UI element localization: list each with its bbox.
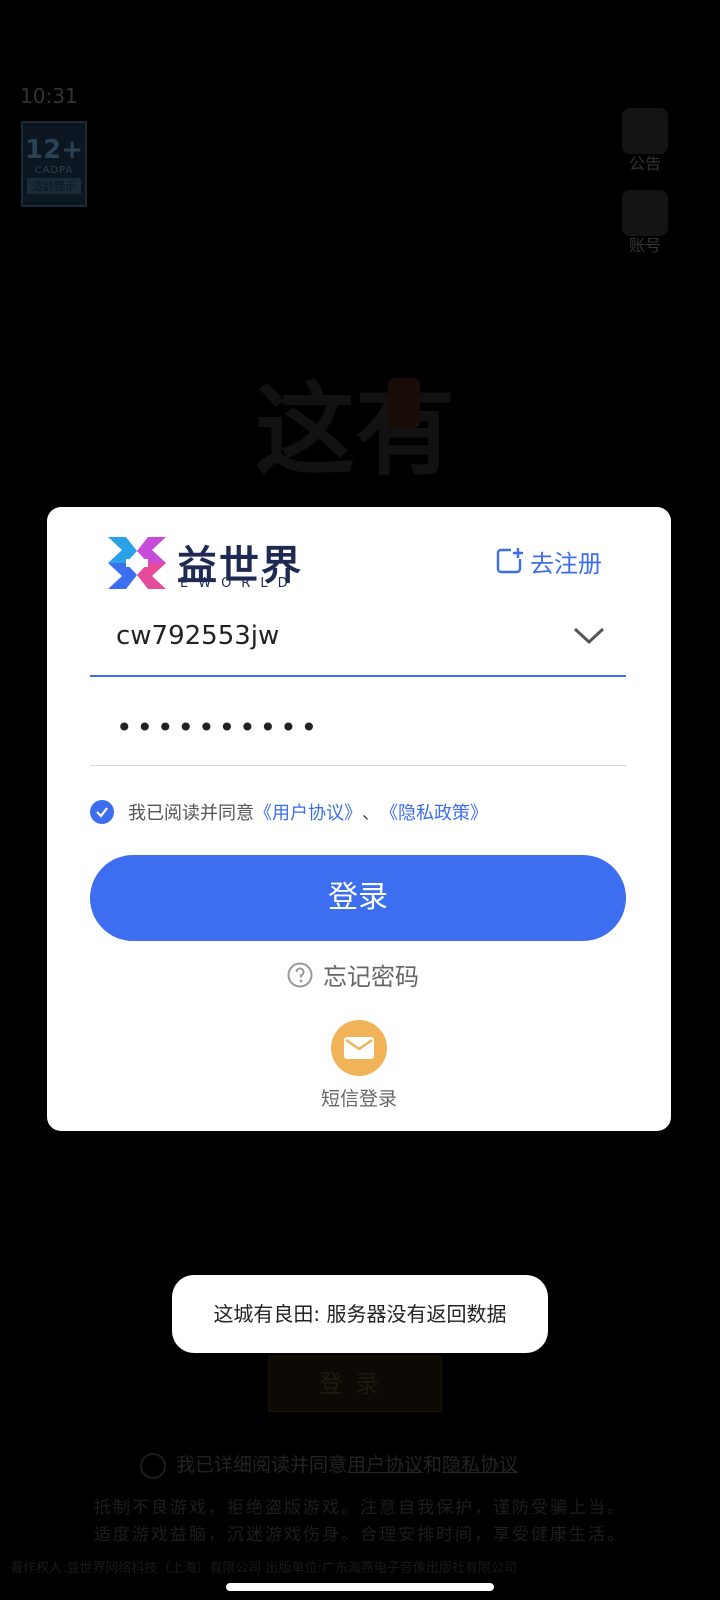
copyright-footer: 著作权人:益世界网络科技（上海）有限公司 出版单位:广东海燕电子音像出版社有限公…	[10, 1561, 517, 1576]
forgot-password-link[interactable]: 忘记密码	[287, 957, 419, 992]
background-agree-prefix: 我已详细阅读并同意	[176, 1454, 348, 1476]
background-agreement: 我已详细阅读并同意用户协议和隐私协议	[140, 1450, 600, 1479]
envelope-icon	[344, 1037, 374, 1059]
health-notice-line-2: 适度游戏益脑，沉迷游戏伤身。合理安排时间，享受健康生活。	[94, 1525, 626, 1545]
brand-name-en: EWORLD	[180, 576, 298, 591]
sms-login-label[interactable]: 短信登录	[47, 1084, 671, 1111]
toast-message: 这城有良田: 服务器没有返回数据	[172, 1275, 548, 1353]
eworld-logo-icon	[108, 537, 166, 589]
age-rating-number: 12+	[25, 135, 83, 165]
background-privacy-link: 隐私协议	[442, 1454, 519, 1476]
status-time: 10:31	[20, 84, 78, 108]
age-rating-note: 适龄提示	[27, 178, 81, 194]
account-label: 账号	[628, 236, 661, 255]
age-rating-badge: 12+ CADPA 适龄提示	[21, 121, 87, 207]
game-logo: 这有	[255, 371, 455, 489]
agreement-separator: 、	[362, 803, 380, 824]
register-icon	[496, 548, 523, 574]
account-input[interactable]: cw792553jw	[90, 611, 626, 677]
background-check-icon	[140, 1453, 166, 1479]
account-button[interactable]: 账号	[615, 190, 675, 260]
account-icon	[622, 190, 668, 236]
login-dialog: 益世界 EWORLD 去注册 cw792553jw •••••••••• 我已阅…	[47, 507, 671, 1131]
check-icon	[96, 807, 108, 818]
notice-button[interactable]: 公告	[615, 108, 675, 178]
chevron-down-icon[interactable]	[572, 625, 606, 647]
agreement-prefix: 我已阅读并同意	[128, 803, 254, 824]
user-agreement-link[interactable]: 《用户协议》	[254, 799, 362, 825]
login-button[interactable]: 登录	[90, 855, 626, 941]
notice-label: 公告	[628, 154, 661, 173]
notice-icon	[622, 108, 668, 154]
privacy-policy-link[interactable]: 《隐私政策》	[380, 799, 488, 825]
sms-login-button[interactable]	[331, 1020, 387, 1076]
account-value: cw792553jw	[116, 621, 280, 651]
background-login-button: 登录	[268, 1356, 442, 1412]
game-logo-seal	[388, 378, 420, 428]
register-link[interactable]: 去注册	[494, 543, 602, 579]
password-value: ••••••••••	[116, 711, 322, 744]
health-notice-line-1: 抵制不良游戏，拒绝盗版游戏。注意自我保护，谨防受骗上当。	[94, 1498, 626, 1518]
password-input[interactable]: ••••••••••	[90, 701, 626, 766]
forgot-password-label: 忘记密码	[323, 963, 419, 991]
question-icon	[287, 962, 313, 987]
register-label: 去注册	[530, 549, 602, 578]
background-user-agreement-link: 用户协议	[347, 1454, 424, 1476]
agreement-checkbox[interactable]	[90, 800, 114, 824]
home-indicator[interactable]	[226, 1583, 494, 1591]
background-agree-and: 和	[423, 1454, 443, 1476]
age-rating-org: CADPA	[34, 165, 74, 176]
agreement-row: 我已阅读并同意 《用户协议》 、 《隐私政策》	[90, 799, 488, 825]
